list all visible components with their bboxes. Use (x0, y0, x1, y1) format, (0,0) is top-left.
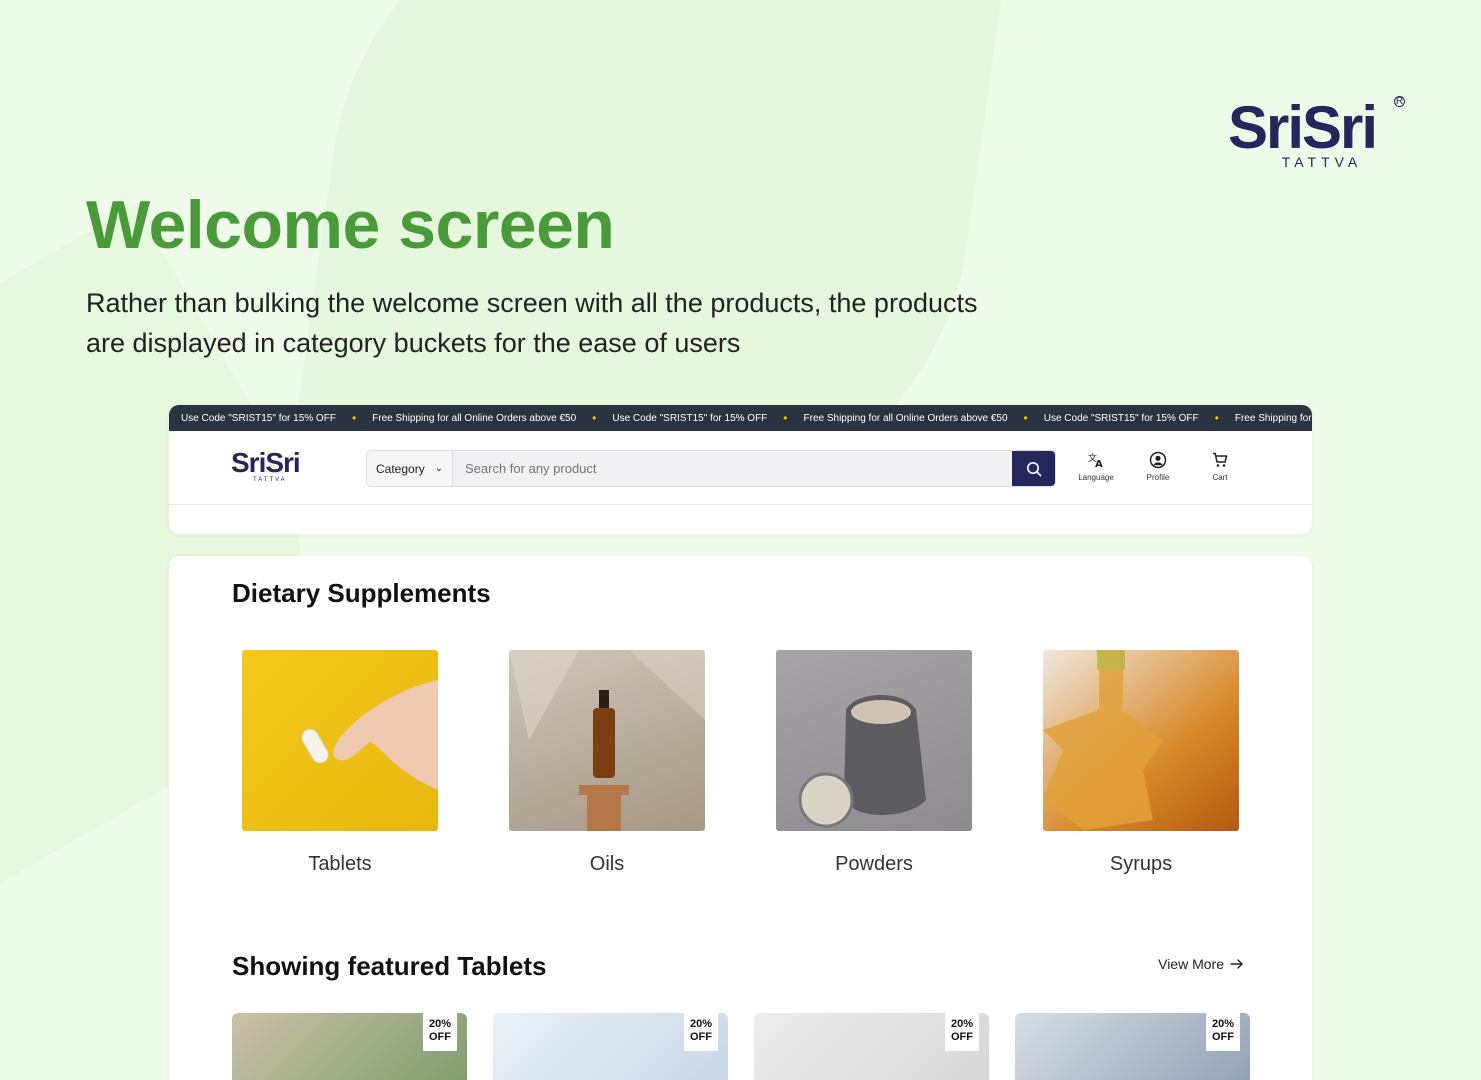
category-label: Powders (835, 853, 913, 875)
navbar: SriSri TATTVA Category ⌄ 文A Language (169, 431, 1312, 505)
ticker-dot: • (1214, 411, 1219, 425)
nav-actions: 文A Language Profile Cart (1076, 451, 1240, 482)
badge-percent: 20% (950, 1018, 974, 1030)
badge-percent: 20% (428, 1018, 452, 1030)
discount-badge: 20% OFF (945, 1013, 979, 1051)
category-card-oils[interactable]: Oils (509, 650, 705, 876)
category-label: Oils (589, 853, 625, 875)
featured-title: Showing featured Tablets (232, 951, 547, 981)
category-image (1043, 650, 1239, 831)
category-label: Category (376, 461, 425, 476)
product-card[interactable]: 20% OFF (754, 1013, 989, 1080)
language-label: Language (1078, 473, 1114, 482)
ticker-item: Free Shipping for all Onlin (1234, 412, 1312, 424)
ticker-item: Free Shipping for all Online Orders abov… (803, 412, 1008, 424)
product-row: 20% OFF 20% OFF 20% OFF 20% OFF (232, 1013, 1250, 1080)
hero-title: Welcome screen (86, 187, 615, 263)
ticker-item: Free Shipping for all Online Orders abov… (372, 412, 577, 424)
product-card[interactable]: 20% OFF (493, 1013, 728, 1080)
ticker-item: Use Code "SRIST15" for 15% OFF (612, 412, 768, 424)
search-button[interactable] (1012, 451, 1055, 486)
cart-button[interactable]: Cart (1200, 451, 1240, 482)
product-card[interactable]: 20% OFF (1015, 1013, 1250, 1080)
section-title: Dietary Supplements (232, 578, 491, 608)
category-card-syrups[interactable]: Syrups (1043, 650, 1239, 876)
brand-name: SriSri (1227, 94, 1378, 161)
badge-off: OFF (429, 1031, 451, 1043)
badge-percent: 20% (1211, 1018, 1235, 1030)
registered-mark: R (1394, 96, 1405, 107)
ticker-dot: • (351, 411, 357, 425)
discount-badge: 20% OFF (423, 1013, 457, 1051)
category-image (242, 650, 438, 831)
category-label: Syrups (1109, 853, 1173, 875)
category-dropdown[interactable]: Category ⌄ (367, 451, 453, 486)
category-card-tablets[interactable]: Tablets (242, 650, 438, 876)
ticker-dot: • (592, 411, 597, 425)
view-more-link[interactable]: View More (1158, 956, 1244, 972)
category-label: Tablets (308, 853, 372, 875)
translate-icon: 文A (1088, 452, 1103, 469)
oil-bottle-illustration (509, 650, 705, 831)
ticker-item: Use Code "SRIST15" for 15% OFF (181, 412, 336, 424)
powder-bag-illustration (798, 695, 926, 828)
tablet-hand-illustration (301, 680, 438, 790)
badge-off: OFF (951, 1031, 973, 1043)
svg-text:A: A (1095, 459, 1103, 469)
badge-off: OFF (690, 1031, 712, 1043)
category-image (509, 650, 705, 831)
discount-badge: 20% OFF (1206, 1013, 1240, 1051)
brand-logo: SriSri TATTVA R (1209, 94, 1405, 170)
profile-label: Profile (1146, 473, 1170, 482)
profile-icon (1149, 451, 1167, 469)
cart-icon (1213, 452, 1228, 467)
syrup-bottle-illustration (1043, 650, 1163, 830)
chevron-down-icon: ⌄ (434, 463, 444, 474)
profile-button[interactable]: Profile (1138, 451, 1178, 482)
category-grid: Tablets Oils Powders Syrups (242, 650, 1239, 876)
discount-badge: 20% OFF (684, 1013, 718, 1051)
view-more-label: View More (1158, 956, 1224, 972)
badge-percent: 20% (689, 1018, 713, 1030)
promo-ticker: Use Code "SRIST15" for 15% OFF • Free Shi… (169, 405, 1312, 431)
cart-label: Cart (1212, 473, 1228, 482)
arrow-right-icon (1230, 959, 1243, 969)
site-header: Use Code "SRIST15" for 15% OFF • Free Shi… (169, 405, 1312, 534)
ticker-dot: • (783, 411, 788, 425)
site-logo-name: SriSri (231, 447, 301, 478)
language-button[interactable]: 文A Language (1076, 451, 1116, 482)
product-card[interactable]: 20% OFF (232, 1013, 467, 1080)
badge-off: OFF (1212, 1031, 1234, 1043)
content-card: Dietary Supplements Tablets Oils Powders… (169, 556, 1312, 1080)
site-logo[interactable]: SriSri TATTVA (231, 447, 301, 484)
search-icon (1026, 461, 1041, 476)
hero-description: Rather than bulking the welcome screen w… (86, 288, 978, 358)
ticker-item: Use Code "SRIST15" for 15% OFF (1043, 412, 1199, 424)
ticker-dot: • (1023, 411, 1028, 425)
search-input[interactable] (453, 451, 1012, 486)
category-image (776, 650, 972, 831)
search-bar: Category ⌄ (366, 450, 1056, 487)
category-card-powders[interactable]: Powders (776, 650, 972, 876)
slide: SriSri TATTVA R Welcome screen Rather th… (0, 0, 1481, 1080)
